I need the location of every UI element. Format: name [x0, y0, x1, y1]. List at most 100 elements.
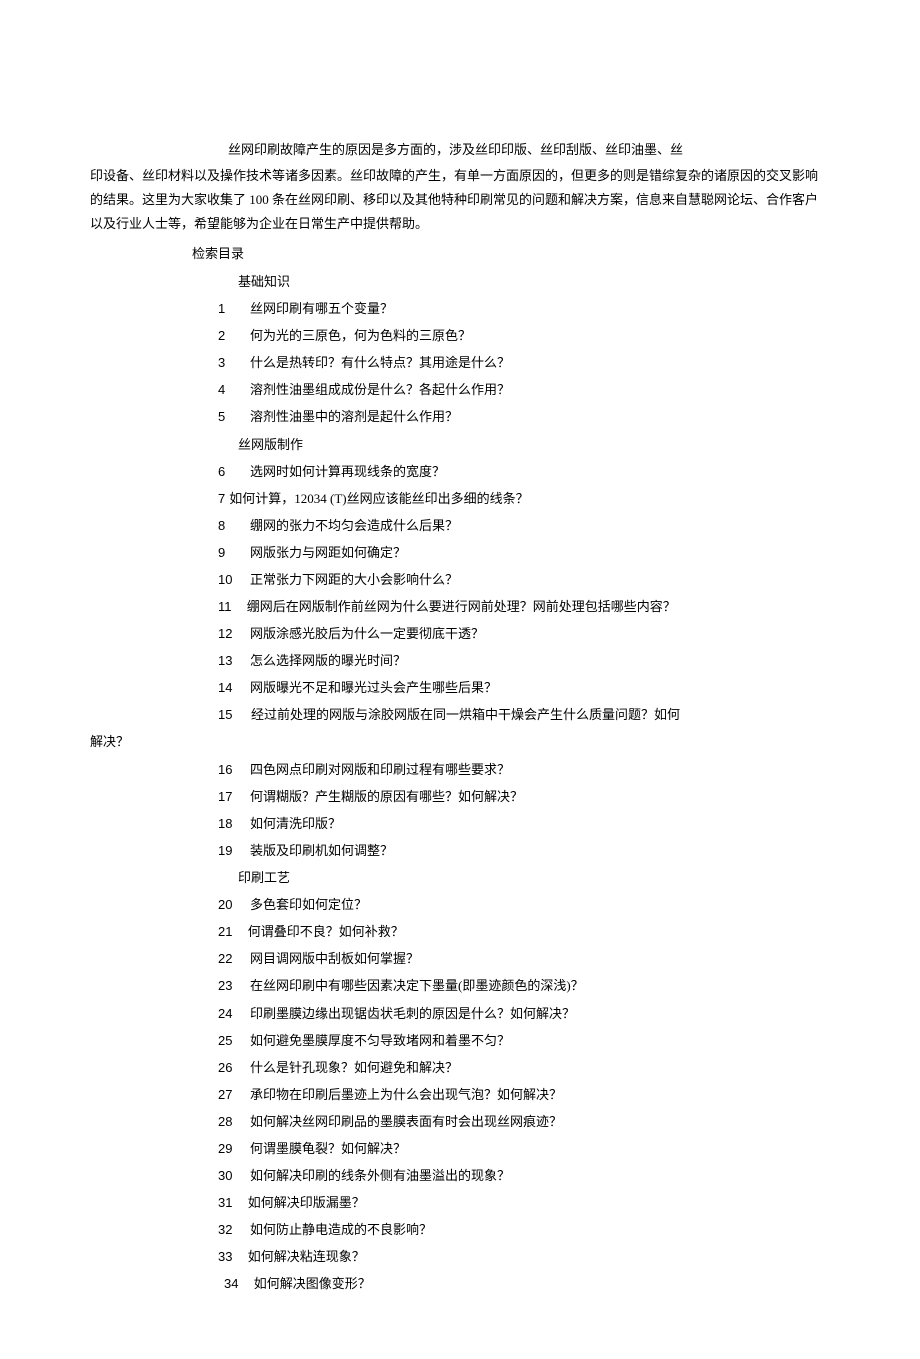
item-text: 何谓墨膜龟裂？如何解决？ [250, 1137, 830, 1161]
item-number: 27 [218, 1083, 238, 1107]
toc-item: 16 四色网点印刷对网版和印刷过程有哪些要求？ [218, 758, 830, 782]
item-number: 12 [218, 622, 238, 646]
toc-item: 31 如何解决印版漏墨？ [218, 1191, 830, 1215]
item-text: 如何解决丝网印刷品的墨膜表面有时会出现丝网痕迹？ [250, 1110, 830, 1134]
item-number: 19 [218, 839, 238, 863]
toc-item: 24 印刷墨膜边缘出现锯齿状毛刺的原因是什么？如何解决？ [218, 1002, 830, 1026]
intro-rest: 印设备、丝印材料以及操作技术等诸多因素。丝印故障的产生，有单一方面原因的，但更多… [90, 164, 830, 236]
item-number: 24 [218, 1002, 238, 1026]
item-text: 印刷墨膜边缘出现锯齿状毛刺的原因是什么？如何解决？ [250, 1002, 830, 1026]
item-text: 装版及印刷机如何调整？ [250, 839, 830, 863]
item-text: 如何清洗印版？ [250, 812, 830, 836]
toc-item: 30 如何解决印刷的线条外侧有油墨溢出的现象？ [218, 1164, 830, 1188]
toc-item: 2 何为光的三原色，何为色料的三原色？ [218, 324, 830, 348]
item-text: 在丝网印刷中有哪些因素决定下墨量(即墨迹颜色的深浅)？ [250, 974, 830, 998]
item-number: 32 [218, 1218, 238, 1242]
item-number: 34 [224, 1276, 238, 1291]
toc-item: 26 什么是针孔现象？如何避免和解决？ [218, 1056, 830, 1080]
item-text: 选网时如何计算再现线条的宽度？ [250, 460, 830, 484]
toc-item: 10 正常张力下网距的大小会影响什么？ [218, 568, 830, 592]
item-text: 网版张力与网距如何确定？ [250, 541, 830, 565]
item-text: 如何解决图像变形？ [254, 1276, 371, 1291]
item-number: 9 [218, 541, 238, 565]
toc-item: 17 何谓糊版？产生糊版的原因有哪些？如何解决？ [218, 785, 830, 809]
item-number: 1 [218, 297, 238, 321]
item-text: 何为光的三原色，何为色料的三原色？ [250, 324, 830, 348]
item-text: 何谓糊版？产生糊版的原因有哪些？如何解决？ [250, 785, 830, 809]
toc-item: 29 何谓墨膜龟裂？如何解决？ [218, 1137, 830, 1161]
toc-item: 25 如何避免墨膜厚度不匀导致堵网和着墨不匀？ [218, 1029, 830, 1053]
item-number: 20 [218, 893, 238, 917]
toc-item: 23 在丝网印刷中有哪些因素决定下墨量(即墨迹颜色的深浅)？ [218, 974, 830, 998]
item-text: 如何解决粘连现象？ [248, 1249, 365, 1264]
item-number: 22 [218, 947, 238, 971]
toc-item: 8 绷网的张力不均匀会造成什么后果？ [218, 514, 830, 538]
item-text: 绷网后在网版制作前丝网为什么要进行网前处理？网前处理包括哪些内容？ [247, 599, 676, 614]
toc-item: 15 经过前处理的网版与涂胶网版在同一烘箱中干燥会产生什么质量问题？如何 [218, 703, 830, 727]
toc-item: 3 什么是热转印？有什么特点？其用途是什么？ [218, 351, 830, 375]
item-text: 四色网点印刷对网版和印刷过程有哪些要求？ [250, 758, 830, 782]
item-number: 13 [218, 649, 238, 673]
item-number: 31 [218, 1195, 232, 1210]
solve-continuation: 解决？ [90, 730, 830, 754]
item-text: 如何解决印版漏墨？ [248, 1195, 365, 1210]
item-number: 17 [218, 785, 238, 809]
toc-title: 检索目录 [192, 242, 830, 266]
toc-item: 32 如何防止静电造成的不良影响？ [218, 1218, 830, 1242]
item-number: 28 [218, 1110, 238, 1134]
item-number: 30 [218, 1164, 238, 1188]
item-text: 怎么选择网版的曝光时间？ [250, 649, 830, 673]
toc-item: 28 如何解决丝网印刷品的墨膜表面有时会出现丝网痕迹？ [218, 1110, 830, 1134]
item-text: 丝网印刷有哪五个变量？ [250, 297, 830, 321]
item-number: 11 [218, 599, 232, 614]
item-text: 如何计算，12034 (T)丝网应该能丝印出多细的线条？ [229, 491, 528, 506]
toc-item: 4 溶剂性油墨组成成份是什么？各起什么作用？ [218, 378, 830, 402]
item-text: 如何解决印刷的线条外侧有油墨溢出的现象？ [250, 1164, 830, 1188]
item-number: 15 [218, 707, 232, 722]
item-text: 何谓叠印不良？如何补救？ [248, 924, 404, 939]
item-text: 网版涂感光胶后为什么一定要彻底干透？ [250, 622, 830, 646]
toc-item: 13 怎么选择网版的曝光时间？ [218, 649, 830, 673]
item-number: 26 [218, 1056, 238, 1080]
section-basics: 基础知识 [238, 270, 830, 294]
toc-item: 33 如何解决粘连现象？ [218, 1245, 830, 1269]
toc-item: 34 如何解决图像变形？ [224, 1272, 830, 1296]
toc-item: 9 网版张力与网距如何确定？ [218, 541, 830, 565]
item-text: 溶剂性油墨组成成份是什么？各起什么作用？ [250, 378, 830, 402]
item-text: 多色套印如何定位？ [250, 893, 830, 917]
item-text: 什么是针孔现象？如何避免和解决？ [250, 1056, 830, 1080]
item-text: 如何避免墨膜厚度不匀导致堵网和着墨不匀？ [250, 1029, 830, 1053]
toc-item: 21 何谓叠印不良？如何补救？ [218, 920, 830, 944]
item-number: 23 [218, 974, 238, 998]
item-number: 33 [218, 1249, 232, 1264]
item-number: 6 [218, 460, 238, 484]
item-text: 承印物在印刷后墨迹上为什么会出现气泡？如何解决？ [250, 1083, 830, 1107]
item-text: 绷网的张力不均匀会造成什么后果？ [250, 514, 830, 538]
toc-item: 14 网版曝光不足和曝光过头会产生哪些后果？ [218, 676, 830, 700]
item-text: 网版曝光不足和曝光过头会产生哪些后果？ [250, 676, 830, 700]
item-number: 5 [218, 405, 238, 429]
item-text: 什么是热转印？有什么特点？其用途是什么？ [250, 351, 830, 375]
item-number: 3 [218, 351, 238, 375]
toc-item: 1 丝网印刷有哪五个变量？ [218, 297, 830, 321]
toc-item: 18 如何清洗印版？ [218, 812, 830, 836]
item-number: 7 [218, 491, 225, 506]
toc-item: 12 网版涂感光胶后为什么一定要彻底干透？ [218, 622, 830, 646]
toc-item: 19 装版及印刷机如何调整？ [218, 839, 830, 863]
toc-item: 27 承印物在印刷后墨迹上为什么会出现气泡？如何解决？ [218, 1083, 830, 1107]
item-text: 网目调网版中刮板如何掌握？ [250, 947, 830, 971]
toc-item: 22 网目调网版中刮板如何掌握？ [218, 947, 830, 971]
item-number: 2 [218, 324, 238, 348]
item-text: 经过前处理的网版与涂胶网版在同一烘箱中干燥会产生什么质量问题？如何 [251, 707, 680, 722]
item-number: 14 [218, 676, 238, 700]
toc-item: 11 绷网后在网版制作前丝网为什么要进行网前处理？网前处理包括哪些内容？ [218, 595, 830, 619]
item-text: 正常张力下网距的大小会影响什么？ [250, 568, 830, 592]
toc-item: 7 如何计算，12034 (T)丝网应该能丝印出多细的线条？ [218, 487, 830, 511]
item-number: 8 [218, 514, 238, 538]
intro-first-line: 丝网印刷故障产生的原因是多方面的，涉及丝印印版、丝印刮版、丝印油墨、丝 [228, 138, 830, 162]
item-number: 21 [218, 924, 232, 939]
item-number: 25 [218, 1029, 238, 1053]
toc-item: 5 溶剂性油墨中的溶剂是起什么作用？ [218, 405, 830, 429]
toc-item: 6 选网时如何计算再现线条的宽度？ [218, 460, 830, 484]
item-number: 10 [218, 568, 238, 592]
